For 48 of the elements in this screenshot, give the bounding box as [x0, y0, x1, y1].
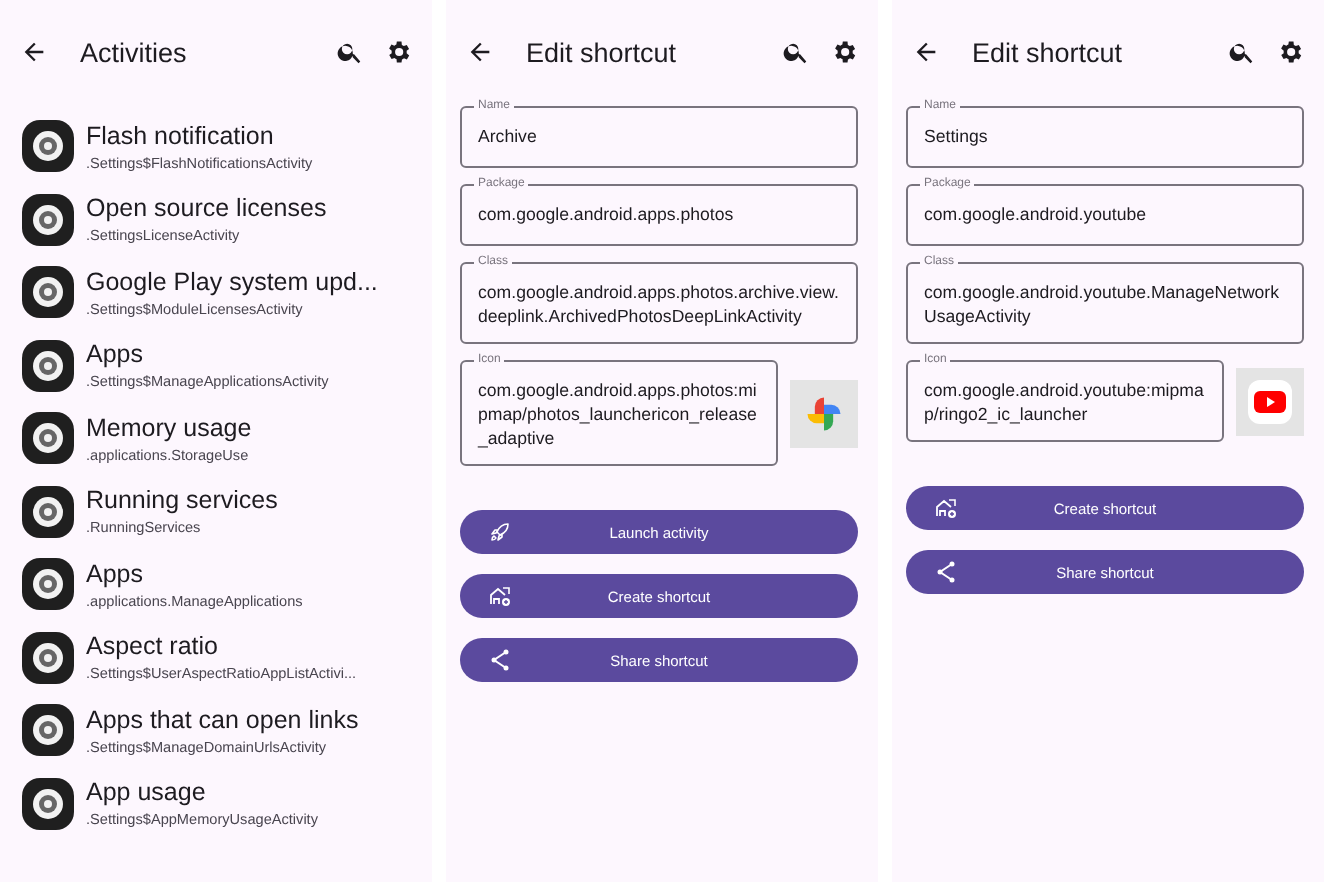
search-icon[interactable] [336, 38, 364, 66]
back-arrow-icon[interactable] [20, 38, 48, 66]
back-arrow-icon[interactable] [466, 38, 494, 66]
activity-title: Aspect ratio [86, 630, 221, 663]
screen-title: Edit shortcut [526, 37, 679, 67]
play-icon [1246, 377, 1294, 425]
screen-title: Edit shortcut [972, 37, 1125, 67]
activity-title: Apps [86, 557, 145, 590]
gear-icon [20, 264, 76, 321]
activity-title: Apps [86, 338, 145, 371]
screen-title: Activities [80, 37, 189, 67]
settings-icon[interactable] [384, 38, 412, 66]
gear-icon [20, 410, 76, 467]
activity-title: Memory usage [86, 411, 252, 444]
field-value: com.google.android.apps.photos [478, 202, 736, 226]
gear-icon [20, 629, 76, 686]
activity-title: Open source licenses [86, 192, 327, 225]
settings-icon[interactable] [830, 38, 858, 66]
field-value: com.google.android.youtube.ManageNetworkUsageActivity [924, 280, 1282, 328]
field-value: com.google.android.youtube [924, 202, 1149, 226]
gear-icon [20, 702, 76, 759]
activity-title: Apps that can open links [86, 703, 359, 736]
app-icon-preview[interactable] [1236, 367, 1304, 435]
gear-icon [20, 337, 76, 394]
field-value: Settings [924, 124, 990, 148]
gear-icon [20, 191, 76, 248]
home-add-icon [934, 496, 958, 520]
field-value: Archive [478, 124, 539, 148]
activity-title: App usage [86, 776, 208, 809]
activity-title: Flash notification [86, 119, 276, 152]
search-icon[interactable] [782, 38, 810, 66]
field-value: com.google.android.apps.photos:mipmap/photos_launchericon_release_adaptive [478, 378, 759, 450]
activity-title: Google Play system upd... [86, 265, 378, 298]
search-icon[interactable] [1228, 38, 1256, 66]
activity-title: Running services [86, 484, 278, 517]
back-arrow-icon[interactable] [912, 38, 940, 66]
gear-icon [20, 556, 76, 613]
home-add-icon [488, 584, 512, 608]
settings-icon[interactable] [1276, 38, 1304, 66]
field-value: com.google.android.apps.photos.archive.view.deeplink.ArchivedPhotosDeepLinkActivity [478, 280, 841, 328]
share-icon [488, 648, 512, 672]
gear-icon [20, 775, 76, 832]
rocket-icon [488, 520, 512, 544]
share-icon [934, 560, 958, 584]
app-icon-preview[interactable] [790, 379, 858, 447]
field-value: com.google.android.youtube:mipmap/ringo2_ic_launcher [924, 378, 1206, 426]
gear-icon [20, 118, 76, 175]
gear-icon [20, 483, 76, 540]
